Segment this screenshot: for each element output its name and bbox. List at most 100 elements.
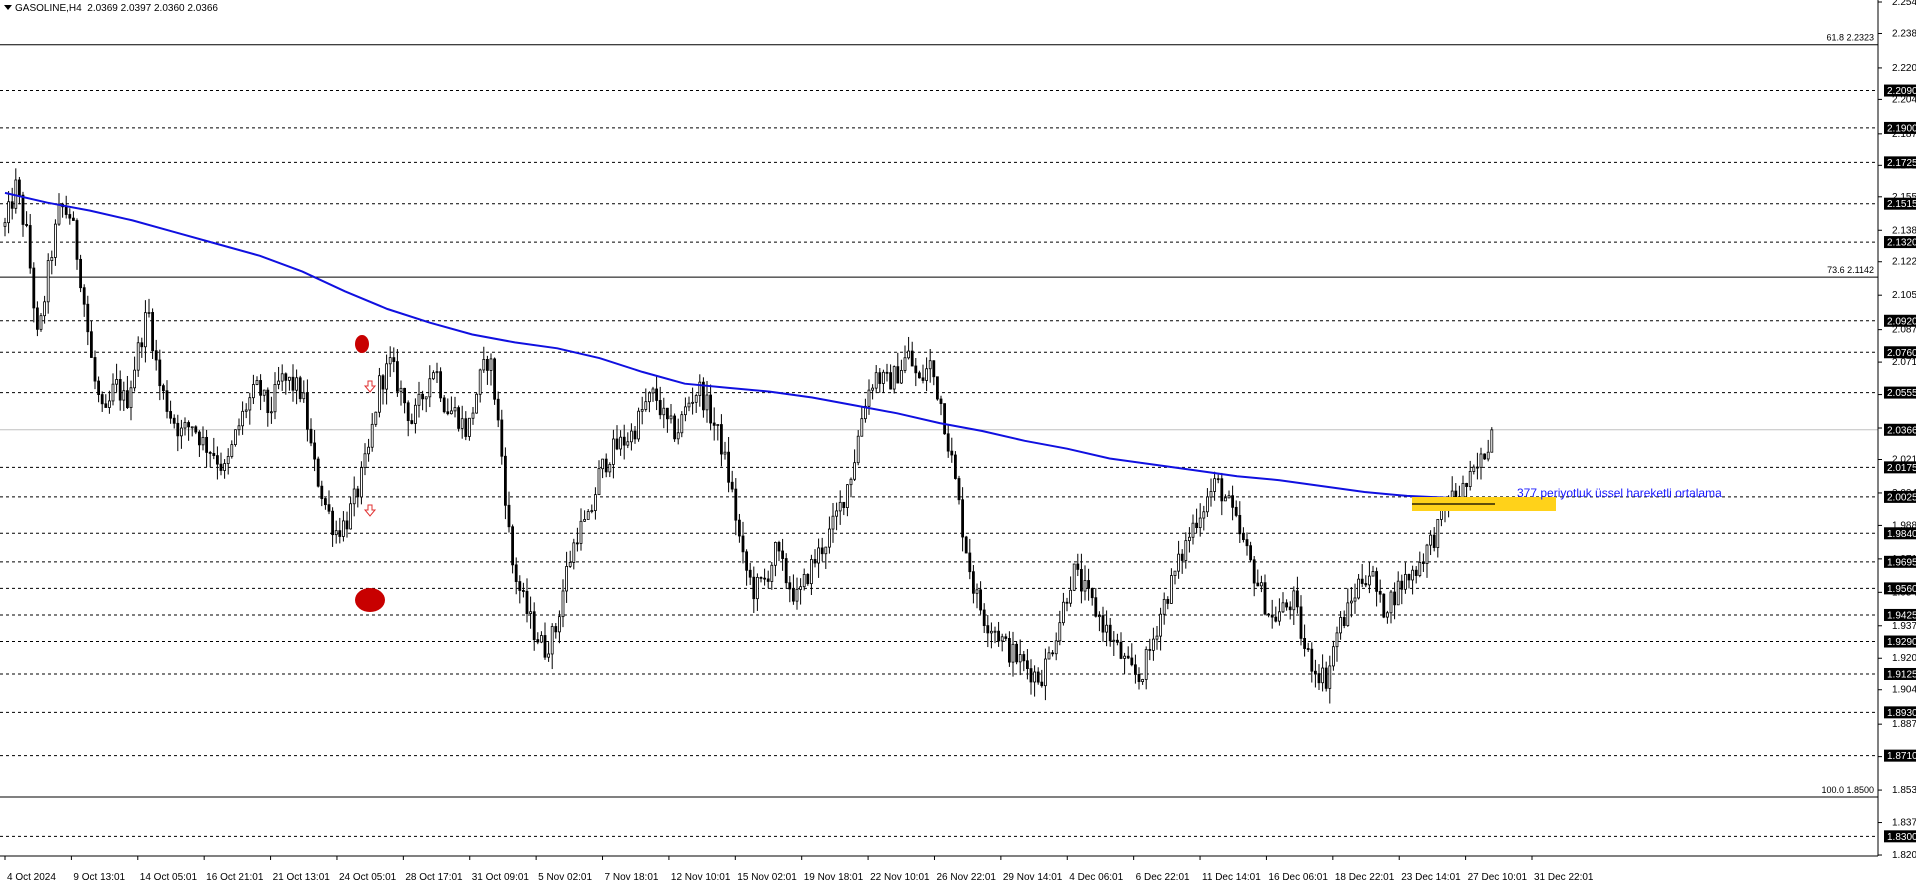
candle-body — [529, 611, 532, 614]
candle-body — [295, 377, 299, 391]
candle-body — [1472, 466, 1476, 472]
candle-body — [820, 547, 824, 555]
candle-body — [169, 411, 173, 419]
candle-body — [1288, 606, 1292, 611]
candle-body — [630, 430, 633, 443]
price-level-label: 2.0920 — [1887, 316, 1916, 327]
candle-body — [449, 410, 453, 415]
candle-body — [1159, 613, 1162, 637]
candle-body — [1285, 602, 1288, 608]
candle-body — [882, 371, 885, 384]
candle-body — [54, 223, 57, 258]
candle-body — [90, 331, 93, 358]
time-tick-label: 18 Dec 22:01 — [1335, 872, 1395, 883]
candle-body — [554, 626, 558, 633]
candle-body — [284, 373, 288, 381]
candle-body — [763, 577, 766, 580]
candle-body — [1026, 660, 1029, 669]
candle-body — [1112, 639, 1116, 642]
candle-body — [1231, 495, 1234, 508]
candle-body — [748, 569, 752, 578]
candle-body — [1303, 637, 1306, 649]
candle-body — [147, 312, 151, 314]
candle-body — [1119, 641, 1123, 659]
candle-body — [158, 359, 162, 387]
candle-body — [867, 389, 871, 407]
candle-body — [395, 361, 399, 392]
candle-body — [1170, 575, 1173, 604]
candle-body — [190, 426, 194, 429]
candle-body — [179, 427, 183, 437]
candle-body — [910, 350, 914, 367]
candle-body — [1062, 601, 1065, 624]
candle-body — [1090, 588, 1094, 599]
candle-body — [1216, 478, 1220, 481]
candle-body — [1238, 515, 1242, 535]
candle-body — [885, 371, 889, 374]
candle-body — [277, 380, 281, 385]
candle-body — [1476, 466, 1479, 469]
candle-body — [187, 422, 191, 428]
candle-body — [410, 420, 414, 424]
candle-body — [64, 206, 68, 215]
candle-body — [323, 498, 327, 506]
time-tick-label: 9 Oct 13:01 — [73, 872, 125, 883]
candle-body — [251, 384, 255, 399]
candle-body — [3, 222, 7, 227]
time-axis: 4 Oct 2024 9 Oct 13:01 14 Oct 05:01 16 Oct … — [0, 855, 1878, 883]
candle-body — [197, 431, 201, 446]
candle-body — [72, 217, 75, 221]
candle-body — [986, 625, 990, 634]
candle-body — [806, 573, 810, 585]
candle-body — [997, 630, 1000, 642]
candle-body — [381, 375, 385, 390]
candle-body — [1386, 612, 1389, 618]
candle-body — [601, 458, 604, 470]
candle-body — [1371, 571, 1375, 577]
candle-body — [503, 455, 507, 506]
candle-body — [392, 357, 396, 362]
candle-body — [1004, 636, 1008, 639]
candle-body — [507, 504, 511, 528]
candle-body — [431, 372, 435, 380]
time-tick-label: 28 Oct 17:01 — [405, 872, 463, 883]
candle-body — [183, 422, 187, 429]
candle-body — [651, 388, 655, 394]
candle-body — [673, 415, 676, 440]
candle-body — [208, 452, 212, 454]
candle-body — [1274, 616, 1278, 622]
candle-body — [1227, 495, 1231, 499]
candle-body — [421, 393, 425, 400]
candle-body — [1245, 539, 1249, 547]
time-tick-label: 31 Dec 22:01 — [1534, 872, 1594, 883]
candle-body — [1378, 590, 1382, 595]
candle-body — [1256, 582, 1260, 587]
candle-body — [1094, 597, 1098, 617]
price-axis: 2.25402.23802.22052.20452.18702.17102.15… — [1877, 0, 1916, 861]
candle-body — [1260, 582, 1263, 587]
candle-body — [482, 359, 486, 371]
candle-body — [838, 501, 842, 512]
candle-body — [1033, 671, 1036, 683]
candle-body — [1242, 533, 1245, 540]
candle-body — [975, 589, 979, 594]
candle-body — [1324, 667, 1328, 689]
candle-body — [777, 542, 781, 552]
fib-level-label: 61.8 2.2323 — [1826, 33, 1874, 43]
candle-body — [1000, 636, 1004, 642]
price-chart[interactable]: 61.8 2.2323 73.6 2.1142 100.0 1.8500 377 p… — [0, 0, 1916, 888]
candle-body — [903, 357, 907, 371]
candle-body — [1126, 655, 1130, 659]
price-tick-label: 1.8535 — [1892, 785, 1916, 796]
candle-body — [1177, 553, 1180, 572]
candle-body — [1080, 569, 1083, 592]
candle-body — [1368, 575, 1371, 586]
candle-body — [990, 630, 993, 634]
price-tick-label: 1.8870 — [1892, 719, 1916, 730]
candle-body — [756, 576, 759, 600]
candle-body — [320, 485, 324, 499]
candle-body — [1389, 591, 1393, 614]
candle-body — [1008, 638, 1011, 663]
candle-body — [1454, 490, 1458, 499]
candle-body — [363, 453, 367, 469]
